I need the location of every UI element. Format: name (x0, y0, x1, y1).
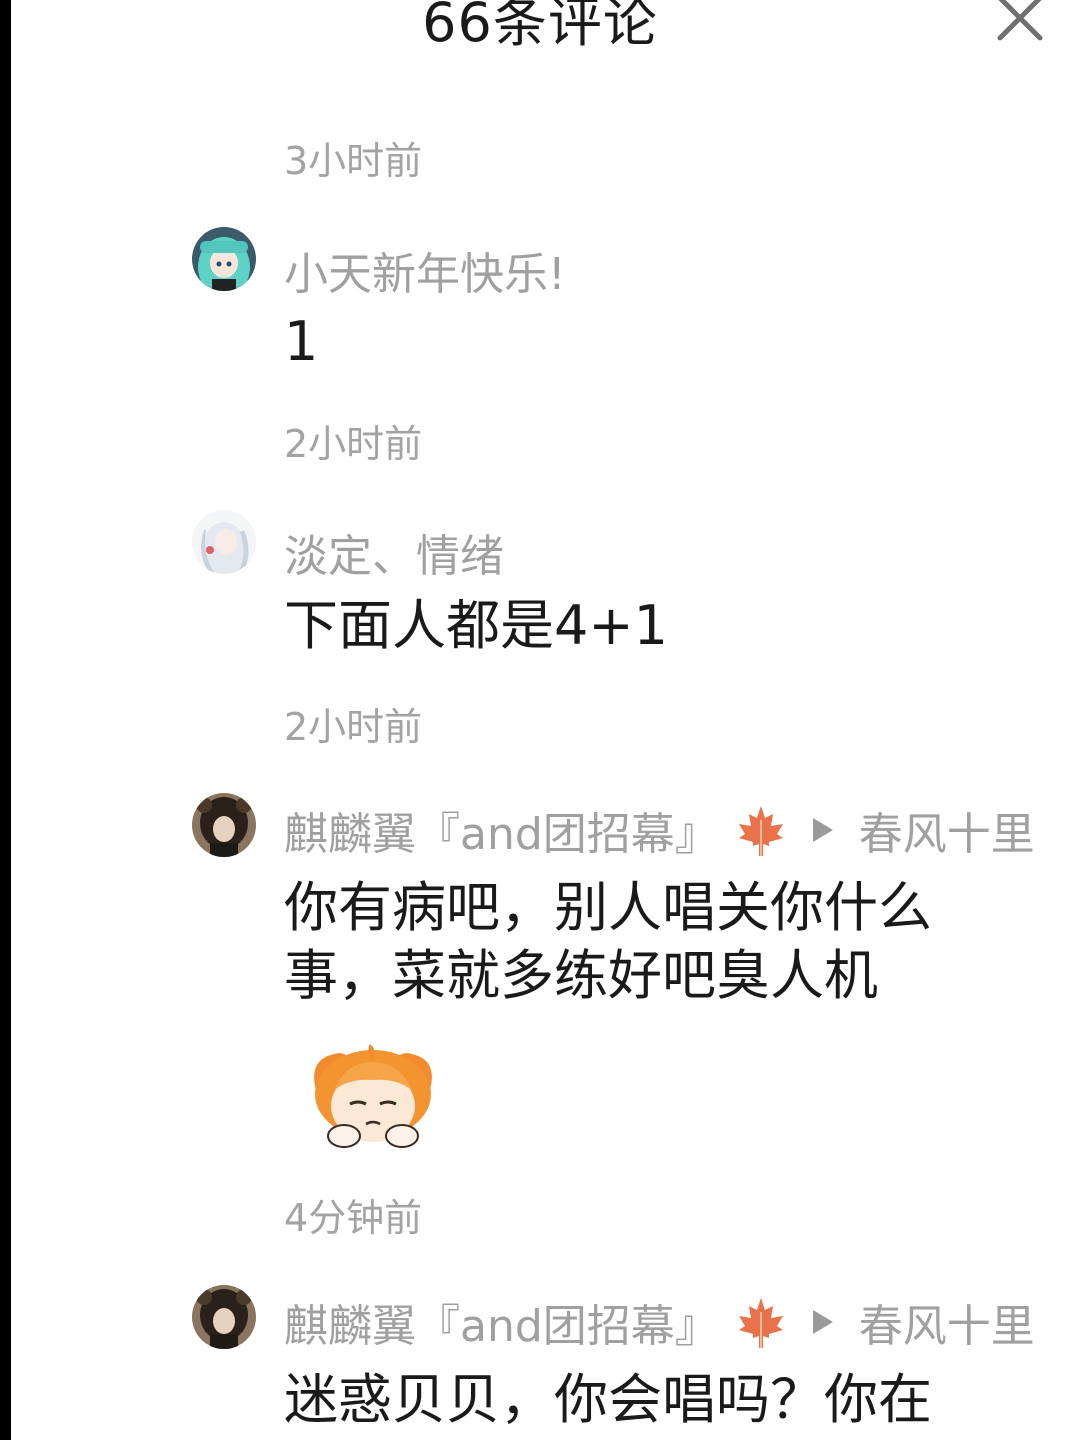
comment-header: 麒麟翼『and团招幕』 春风十里 (284, 798, 1035, 862)
maple-leaf-icon (738, 806, 783, 856)
left-edge-strip (0, 0, 11, 1440)
comments-count-title: 66条评论 (422, 0, 658, 54)
avatar[interactable] (192, 793, 256, 857)
comment-text: 下面人都是4+1 (284, 592, 668, 660)
play-triangle-icon (812, 1310, 833, 1334)
comment-text: 迷惑贝贝，你会唱吗？你在 (284, 1366, 932, 1434)
comment-text-line: 事，菜就多练好吧臭人机 (284, 944, 878, 1007)
avatar[interactable] (192, 510, 256, 574)
timestamp: 2小时前 (284, 422, 423, 466)
avatar[interactable] (192, 1285, 256, 1349)
comment-username[interactable]: 麒麟翼『and团招幕』 (284, 1290, 719, 1354)
comment-text-line: 你有病吧，别人唱关你什么 (284, 876, 932, 939)
comments-sheet: 66条评论 3小时前 小天新年快乐! 1 2小时前 淡定、情绪 下面人都是4+1… (0, 0, 1080, 1440)
reply-to-username[interactable]: 春风十里 (859, 1290, 1035, 1354)
sticker-image[interactable] (306, 1040, 440, 1152)
comment-username[interactable]: 淡定、情绪 (284, 520, 504, 584)
timestamp: 2小时前 (284, 705, 423, 749)
comment-text: 你有病吧，别人唱关你什么 事，菜就多练好吧臭人机 (284, 874, 932, 1010)
avatar[interactable] (192, 227, 256, 291)
maple-leaf-icon (738, 1298, 783, 1348)
timestamp: 4分钟前 (284, 1196, 423, 1240)
close-button[interactable] (990, 0, 1050, 48)
comment-text-line: 迷惑贝贝，你会唱吗？你在 (284, 1368, 932, 1431)
play-triangle-icon (812, 818, 833, 842)
comment-username[interactable]: 麒麟翼『and团招幕』 (284, 798, 719, 862)
comment-text: 1 (284, 308, 318, 376)
comment-text-line: 下面人都是4+1 (284, 594, 668, 657)
timestamp: 3小时前 (284, 139, 423, 183)
reply-to-username[interactable]: 春风十里 (859, 798, 1035, 862)
close-icon (997, 0, 1043, 41)
comment-header: 麒麟翼『and团招幕』 春风十里 (284, 1290, 1035, 1354)
comment-text-line: 1 (284, 310, 319, 373)
comment-username[interactable]: 小天新年快乐! (284, 238, 566, 302)
